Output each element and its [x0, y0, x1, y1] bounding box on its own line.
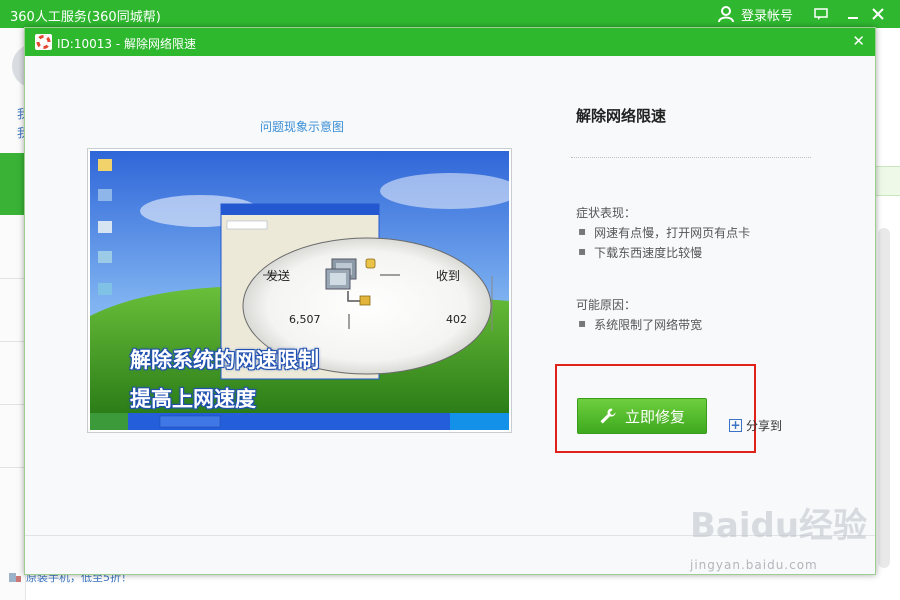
close-icon	[872, 8, 884, 20]
overlay-text: 提高上网速度	[130, 387, 256, 411]
fix-dialog: ID:10013 - 解除网络限速 ✕ 问题现象示意图 发送 收到 6,507 …	[24, 27, 876, 575]
side-divider	[0, 278, 26, 279]
login-label: 登录帐号	[741, 8, 794, 24]
symptoms-heading: 症状表现：	[576, 206, 637, 220]
cause-item: ▪ 系统限制了网络带宽	[578, 316, 702, 333]
minimize-icon	[848, 17, 858, 19]
cause-text: 系统限制了网络带宽	[594, 318, 703, 332]
fix-now-button[interactable]: 立即修复	[577, 398, 707, 434]
sent-label: 发送	[266, 269, 291, 283]
close-app-button[interactable]	[868, 4, 888, 24]
received-label: 收到	[436, 269, 461, 283]
phone-icon	[9, 573, 21, 582]
watermark-logo: Baidu经验	[690, 506, 868, 546]
bullet-dot: ▪	[578, 224, 587, 238]
app-titlebar: 360人工服务(360同城帮) 登录帐号	[0, 0, 900, 28]
app-title: 360人工服务(360同城帮)	[10, 10, 161, 25]
user-icon	[718, 6, 734, 23]
watermark-url: jingyan.baidu.com	[690, 558, 818, 572]
divider	[571, 157, 811, 158]
side-divider	[0, 404, 26, 405]
dialog-title: ID:10013 - 解除网络限速	[57, 37, 196, 51]
minimize-button[interactable]	[843, 4, 863, 24]
lifebuoy-icon	[35, 34, 52, 50]
dialog-close-button[interactable]: ✕	[852, 32, 865, 50]
overlay-text: 解除系统的网速限制	[130, 348, 319, 372]
share-button[interactable]: + 分享到	[729, 417, 782, 434]
side-divider	[0, 467, 26, 468]
notice-strip	[874, 166, 900, 196]
wrench-icon	[600, 408, 616, 424]
symptom-item: ▪ 网速有点慢，打开网页有点卡	[578, 224, 750, 241]
side-active-tab[interactable]	[0, 153, 26, 215]
dialog-titlebar: ID:10013 - 解除网络限速 ✕	[25, 28, 875, 56]
watermark: Baidu经验 jingyan.baidu.com	[690, 498, 870, 578]
fix-now-label: 立即修复	[624, 407, 685, 426]
plus-icon: +	[729, 418, 742, 432]
bullet-dot: ▪	[578, 316, 587, 330]
side-divider	[0, 341, 26, 342]
diagram-caption-link[interactable]: 问题现象示意图	[260, 118, 344, 135]
symptom-text: 网速有点慢，打开网页有点卡	[594, 226, 751, 240]
bullet-dot: ▪	[578, 244, 587, 258]
share-label: 分享到	[746, 419, 783, 433]
issue-title: 解除网络限速	[576, 107, 667, 125]
problem-illustration: 发送 收到 6,507 402 解除系统的网速限制 提高上网速度	[87, 148, 512, 433]
symptom-text: 下载东西速度比较慢	[594, 246, 703, 260]
sent-value: 6,507	[289, 313, 321, 326]
scrollbar[interactable]	[878, 228, 890, 568]
causes-heading: 可能原因：	[576, 298, 637, 312]
symptom-item: ▪ 下载东西速度比较慢	[578, 244, 702, 261]
login-button[interactable]: 登录帐号	[717, 3, 793, 25]
chat-icon	[814, 8, 828, 20]
feedback-button[interactable]	[811, 4, 831, 24]
received-value: 402	[446, 313, 467, 326]
